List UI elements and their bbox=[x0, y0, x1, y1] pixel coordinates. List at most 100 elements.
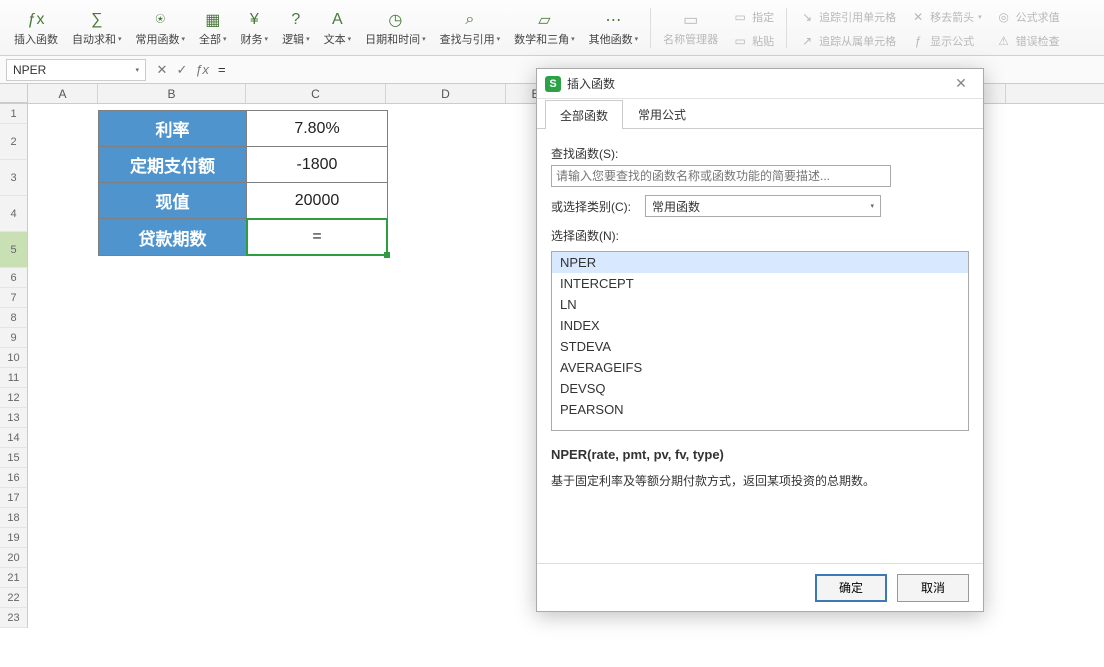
insert-function-button[interactable]: ƒx 插入函数 bbox=[8, 4, 64, 52]
cancel-button[interactable]: 取消 bbox=[897, 574, 969, 602]
table-value[interactable]: 7.80% bbox=[247, 111, 387, 147]
row-header[interactable]: 10 bbox=[0, 348, 28, 368]
col-header[interactable]: A bbox=[28, 84, 98, 103]
table-value[interactable]: 20000 bbox=[247, 183, 387, 219]
name-mini-group: ▭指定 ▭粘贴 bbox=[726, 4, 780, 54]
trace-dependents-button[interactable]: ↗追踪从属单元格 bbox=[797, 30, 898, 52]
datetime-label: 日期和时间 bbox=[365, 31, 420, 47]
row-header[interactable]: 12 bbox=[0, 388, 28, 408]
row-header[interactable]: 20 bbox=[0, 548, 28, 568]
other-label: 其他函数 bbox=[589, 31, 633, 47]
table-label[interactable]: 定期支付额 bbox=[99, 147, 247, 183]
col-header[interactable]: B bbox=[98, 84, 246, 103]
table-value[interactable]: -1800 bbox=[247, 147, 387, 183]
function-list-item[interactable]: DEVSQ bbox=[552, 378, 968, 399]
col-header[interactable]: D bbox=[386, 84, 506, 103]
dialog-titlebar[interactable]: S 插入函数 ✕ bbox=[537, 69, 983, 99]
function-listbox[interactable]: NPERINTERCEPTLNINDEXSTDEVAAVERAGEIFSDEVS… bbox=[551, 251, 969, 431]
select-all-corner[interactable] bbox=[0, 84, 28, 103]
row-header[interactable]: 11 bbox=[0, 368, 28, 388]
table-label[interactable]: 现值 bbox=[99, 183, 247, 219]
row-header[interactable]: 5 bbox=[0, 232, 28, 268]
function-list-item[interactable]: STDEVA bbox=[552, 336, 968, 357]
chevron-down-icon: ▾ bbox=[497, 35, 501, 43]
row-header[interactable]: 19 bbox=[0, 528, 28, 548]
row-header[interactable]: 17 bbox=[0, 488, 28, 508]
row-header[interactable]: 13 bbox=[0, 408, 28, 428]
row-header[interactable]: 22 bbox=[0, 588, 28, 608]
close-button[interactable]: ✕ bbox=[947, 75, 975, 92]
name-manager-button[interactable]: ▭ 名称管理器 bbox=[657, 4, 724, 52]
tab-common-formulas[interactable]: 常用公式 bbox=[623, 99, 701, 128]
chevron-down-icon: ▾ bbox=[978, 13, 982, 21]
row-header[interactable]: 9 bbox=[0, 328, 28, 348]
trace-group: ↘追踪引用单元格 ↗追踪从属单元格 bbox=[793, 4, 902, 54]
tag-icon: ▭ bbox=[679, 9, 703, 31]
common-functions-button[interactable]: ⍟ 常用函数▾ bbox=[130, 4, 192, 52]
category-value: 常用函数 bbox=[652, 198, 700, 215]
row-header[interactable]: 6 bbox=[0, 268, 28, 288]
finance-button[interactable]: ¥ 财务▾ bbox=[235, 4, 275, 52]
text-button[interactable]: A 文本▾ bbox=[318, 4, 358, 52]
assign-button[interactable]: ▭指定 bbox=[730, 6, 776, 28]
table-row: 贷款期数 = bbox=[99, 219, 387, 255]
trace-precedents-button[interactable]: ↘追踪引用单元格 bbox=[797, 6, 898, 28]
function-list-item[interactable]: LN bbox=[552, 294, 968, 315]
dialog-title: 插入函数 bbox=[567, 75, 615, 92]
other-functions-button[interactable]: ⋯ 其他函数▾ bbox=[583, 4, 645, 52]
cancel-formula-button[interactable]: ✕ bbox=[152, 62, 172, 78]
paste-button[interactable]: ▭粘贴 bbox=[730, 30, 776, 52]
function-list-item[interactable]: NPER bbox=[552, 252, 968, 273]
tab-all-functions[interactable]: 全部函数 bbox=[545, 100, 623, 129]
search-input[interactable] bbox=[551, 165, 891, 187]
yen-icon: ¥ bbox=[242, 9, 266, 31]
trace-prec-icon: ↘ bbox=[799, 9, 815, 25]
chevron-down-icon: ▾ bbox=[182, 35, 186, 43]
all-label: 全部 bbox=[199, 31, 221, 47]
datetime-button[interactable]: ◷ 日期和时间▾ bbox=[359, 4, 432, 52]
show-formula-label: 显示公式 bbox=[930, 33, 974, 49]
chevron-down-icon: ▾ bbox=[265, 35, 269, 43]
trace-dep-label: 追踪从属单元格 bbox=[819, 33, 896, 49]
row-header[interactable]: 3 bbox=[0, 160, 28, 196]
show-formula-button[interactable]: ƒ显示公式 bbox=[908, 30, 984, 52]
all-functions-button[interactable]: ▦ 全部▾ bbox=[193, 4, 233, 52]
row-header[interactable]: 7 bbox=[0, 288, 28, 308]
function-list-item[interactable]: AVERAGEIFS bbox=[552, 357, 968, 378]
formula-eval-button[interactable]: ◎公式求值 bbox=[994, 6, 1062, 28]
chevron-down-icon: ▾ bbox=[306, 35, 310, 43]
row-header[interactable]: 18 bbox=[0, 508, 28, 528]
error-check-button[interactable]: ⚠错误检查 bbox=[994, 30, 1062, 52]
math-label: 数学和三角 bbox=[514, 31, 569, 47]
function-list-item[interactable]: PEARSON bbox=[552, 399, 968, 420]
category-combo[interactable]: 常用函数 ▾ bbox=[645, 195, 881, 217]
name-box-value: NPER bbox=[13, 63, 46, 77]
accept-formula-button[interactable]: ✓ bbox=[172, 62, 192, 78]
lookup-button[interactable]: ⌕ 查找与引用▾ bbox=[434, 4, 507, 52]
autosum-button[interactable]: ∑ 自动求和▾ bbox=[66, 4, 128, 52]
name-box[interactable]: NPER ▾ bbox=[6, 59, 146, 81]
data-table: 利率 7.80% 定期支付额 -1800 现值 20000 贷款期数 = bbox=[98, 110, 388, 256]
row-header[interactable]: 21 bbox=[0, 568, 28, 588]
row-header[interactable]: 14 bbox=[0, 428, 28, 448]
logic-button[interactable]: ? 逻辑▾ bbox=[276, 4, 316, 52]
row-header[interactable]: 16 bbox=[0, 468, 28, 488]
row-header[interactable]: 23 bbox=[0, 608, 28, 628]
fx-button[interactable]: ƒx bbox=[192, 62, 212, 77]
math-icon: ▱ bbox=[532, 9, 556, 31]
active-cell[interactable]: = bbox=[247, 219, 387, 255]
category-label: 或选择类别(C): bbox=[551, 198, 631, 215]
row-header[interactable]: 15 bbox=[0, 448, 28, 468]
table-label[interactable]: 利率 bbox=[99, 111, 247, 147]
col-header[interactable]: C bbox=[246, 84, 386, 103]
row-header[interactable]: 8 bbox=[0, 308, 28, 328]
function-list-item[interactable]: INTERCEPT bbox=[552, 273, 968, 294]
remove-arrow-button[interactable]: ✕移去箭头▾ bbox=[908, 6, 984, 28]
row-header[interactable]: 2 bbox=[0, 124, 28, 160]
ok-button[interactable]: 确定 bbox=[815, 574, 887, 602]
math-button[interactable]: ▱ 数学和三角▾ bbox=[508, 4, 581, 52]
function-list-item[interactable]: INDEX bbox=[552, 315, 968, 336]
row-header[interactable]: 1 bbox=[0, 104, 28, 124]
row-header[interactable]: 4 bbox=[0, 196, 28, 232]
table-label[interactable]: 贷款期数 bbox=[99, 219, 247, 255]
